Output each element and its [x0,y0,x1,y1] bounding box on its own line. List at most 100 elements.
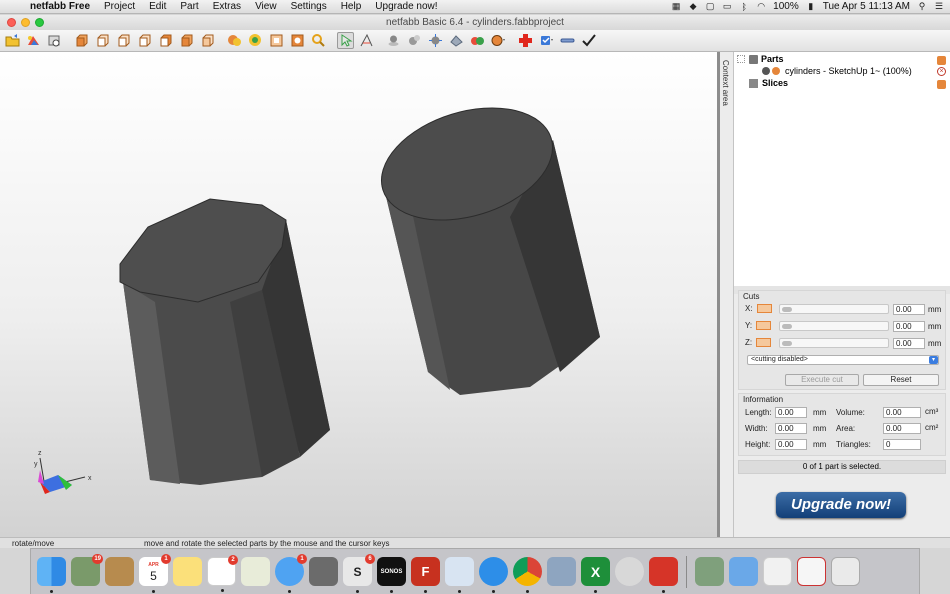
menu-clock[interactable]: Tue Apr 5 11:13 AM [823,1,910,12]
cut-y-toggle[interactable] [756,321,772,330]
wifi-icon[interactable]: ◠ [756,1,766,12]
tree-slices-action-icon[interactable] [937,80,946,89]
notes-icon[interactable] [173,557,202,586]
execute-cut-button[interactable]: Execute cut [785,374,859,386]
cut-x-toggle[interactable] [756,304,772,313]
trash-icon[interactable] [831,557,860,586]
menu-settings[interactable]: Settings [284,1,334,12]
magnifier-icon[interactable] [310,32,327,49]
tree-expand-icon[interactable] [737,55,745,63]
select-chevron-icon[interactable]: ▾ [929,356,938,364]
left-cylinder[interactable] [119,198,330,485]
sketchup-icon[interactable] [649,557,678,593]
netfabb-icon[interactable] [445,557,474,593]
menu-help[interactable]: Help [334,1,369,12]
remove-part-icon[interactable]: × [937,67,946,76]
safari-icon[interactable] [479,557,508,593]
photos-app-icon[interactable]: 19 [71,554,103,586]
tree-slices-node[interactable]: Slices [749,78,788,88]
add-red-cross-icon[interactable] [517,32,534,49]
view-back-icon[interactable] [94,32,111,49]
view-front-icon[interactable] [73,32,90,49]
notification-center-icon[interactable]: ☰ [934,1,944,12]
view-right-icon[interactable] [136,32,153,49]
menu-project[interactable]: Project [97,1,142,12]
view-bottom-icon[interactable] [178,32,195,49]
finder-icon[interactable] [37,557,66,593]
menu-part[interactable]: Part [173,1,205,12]
airplay-icon[interactable]: ▭ [722,1,732,12]
3d-scene[interactable]: z x y [0,52,717,537]
applications-folder-icon[interactable] [729,557,758,586]
upgrade-now-button[interactable]: Upgrade now! [776,492,906,518]
slice-tool-icon[interactable] [559,32,576,49]
battery-icon[interactable]: ▮ [806,1,816,12]
zoom-selection-icon[interactable] [226,32,243,49]
calendar-icon[interactable]: APR 5 1 [139,554,171,593]
zoom-window-button[interactable] [35,18,44,27]
stopwatch-icon[interactable] [615,557,644,586]
cut-z-toggle[interactable] [756,338,772,347]
context-area-tab[interactable]: Context area [720,52,734,537]
zoom-window-icon[interactable] [268,32,285,49]
tree-parts-node[interactable]: Parts [737,54,784,64]
status-grid-icon[interactable]: ▦ [671,1,681,12]
view-left-icon[interactable] [115,32,132,49]
spotlight-search-icon[interactable]: ⚲ [917,1,927,12]
excel-icon[interactable]: X [581,557,610,593]
contacts-icon[interactable] [105,557,134,586]
chrome-icon[interactable] [513,557,542,593]
menu-upgrade[interactable]: Upgrade now! [368,1,444,12]
system-preferences-icon[interactable] [309,557,338,586]
open-project-icon[interactable] [4,32,21,49]
cut-y-slider[interactable] [779,321,889,331]
select-tool-icon[interactable] [337,32,354,49]
check-part-icon[interactable] [538,32,555,49]
close-window-button[interactable] [7,18,16,27]
repair-part-icon[interactable] [448,32,465,49]
zoom-part-icon[interactable] [289,32,306,49]
reset-button[interactable]: Reset [863,374,939,386]
menu-extras[interactable]: Extras [206,1,248,12]
cut-y-value[interactable]: 0.00 [893,321,925,332]
cutting-mode-select[interactable]: <cutting disabled> ▾ [747,355,939,365]
tree-parts-action-icon[interactable] [937,56,946,65]
preview-icon[interactable] [241,557,270,586]
dropbox-icon[interactable]: ◆ [688,1,698,12]
view-iso-icon[interactable] [199,32,216,49]
cut-z-slider[interactable] [779,338,889,348]
sonos-icon[interactable]: SONOS [377,557,406,593]
measure-tool-icon[interactable] [358,32,375,49]
right-cylinder[interactable] [368,89,600,395]
image-capture-icon[interactable] [547,557,576,586]
cut-z-value[interactable]: 0.00 [893,338,925,349]
minimize-window-button[interactable] [21,18,30,27]
view-top-icon[interactable] [157,32,174,49]
menu-view[interactable]: View [248,1,284,12]
menu-edit[interactable]: Edit [142,1,173,12]
cut-x-value[interactable]: 0.00 [893,304,925,315]
downloads-stack-icon[interactable] [695,557,724,586]
3d-viewport[interactable]: z x y [0,52,717,537]
add-part-icon[interactable] [25,32,42,49]
status-window-icon[interactable]: ▢ [705,1,715,12]
camera-reset-icon[interactable] [46,32,63,49]
fontlab-icon[interactable]: F [411,557,440,593]
project-tree[interactable]: Parts cylinders - SketchUp 1~ (100%) Sli… [734,52,950,286]
part-visibility-icon[interactable] [762,67,770,75]
scale-part-icon[interactable] [406,32,423,49]
translate-part-icon[interactable] [427,32,444,49]
menu-app-name[interactable]: netfabb Free [26,1,97,12]
zoom-all-icon[interactable] [247,32,264,49]
apply-checkmark-icon[interactable] [580,32,597,49]
rotate-part-icon[interactable] [385,32,402,49]
tree-part-item[interactable]: cylinders - SketchUp 1~ (100%) [762,66,912,76]
document-stack-icon[interactable] [763,557,792,586]
cut-x-slider[interactable] [779,304,889,314]
slack-icon[interactable]: S6 [343,554,375,593]
reminders-icon[interactable]: 2 [207,555,238,592]
color-part-icon[interactable] [469,32,486,49]
calendar-document-icon[interactable] [797,557,826,586]
bluetooth-icon[interactable]: ᛒ [739,2,749,12]
messages-icon[interactable]: 1 [275,554,307,593]
